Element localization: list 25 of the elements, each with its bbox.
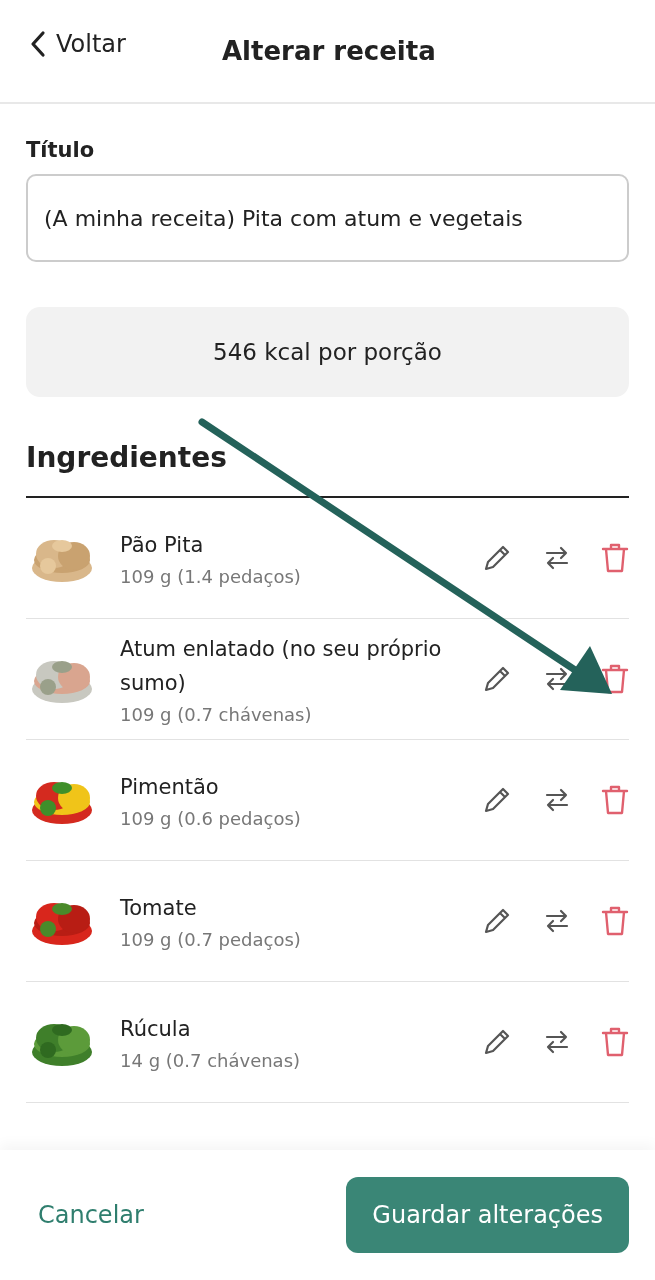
title-input-field[interactable]: (A minha receita) Pita com atum e vegetais: [26, 174, 629, 262]
ingredient-amount: 14 g (0.7 chávenas): [120, 1050, 302, 1072]
screen-title: Alterar receita: [222, 36, 436, 66]
ingredient-name: Tomate: [120, 894, 198, 922]
trash-icon[interactable]: [601, 1026, 629, 1059]
trash-icon[interactable]: [601, 905, 629, 938]
section-heading: Ingredientes: [26, 441, 629, 498]
ingredient-amount: 109 g (1.4 pedaços): [120, 566, 302, 588]
field-label: Título: [26, 138, 96, 162]
chevron-left-icon: [30, 30, 46, 58]
ingredient-name: Pimentão: [120, 773, 220, 801]
trash-icon[interactable]: [601, 542, 629, 574]
ingredient-name: Atum enlatado (no seu próprio sumo): [120, 636, 443, 697]
swap-icon[interactable]: [543, 544, 571, 572]
trash-icon[interactable]: [601, 663, 629, 696]
ingredient-name: Pão Pita: [120, 531, 205, 559]
save-button[interactable]: Guardar alterações: [346, 1177, 629, 1253]
ingredient-amount: 109 g (0.7 pedaços): [120, 929, 302, 951]
trash-icon[interactable]: [601, 784, 629, 817]
ingredient-amount: 109 g (0.7 chávenas): [120, 704, 313, 726]
ingredient-amount: 109 g (0.6 pedaços): [120, 808, 302, 830]
ingredient-name: Rúcula: [120, 1015, 192, 1043]
calories-summary: 546 kcal por porção: [26, 307, 629, 397]
cancel-button[interactable]: Cancelar: [38, 1201, 144, 1229]
back-button[interactable]: Voltar: [30, 30, 126, 58]
